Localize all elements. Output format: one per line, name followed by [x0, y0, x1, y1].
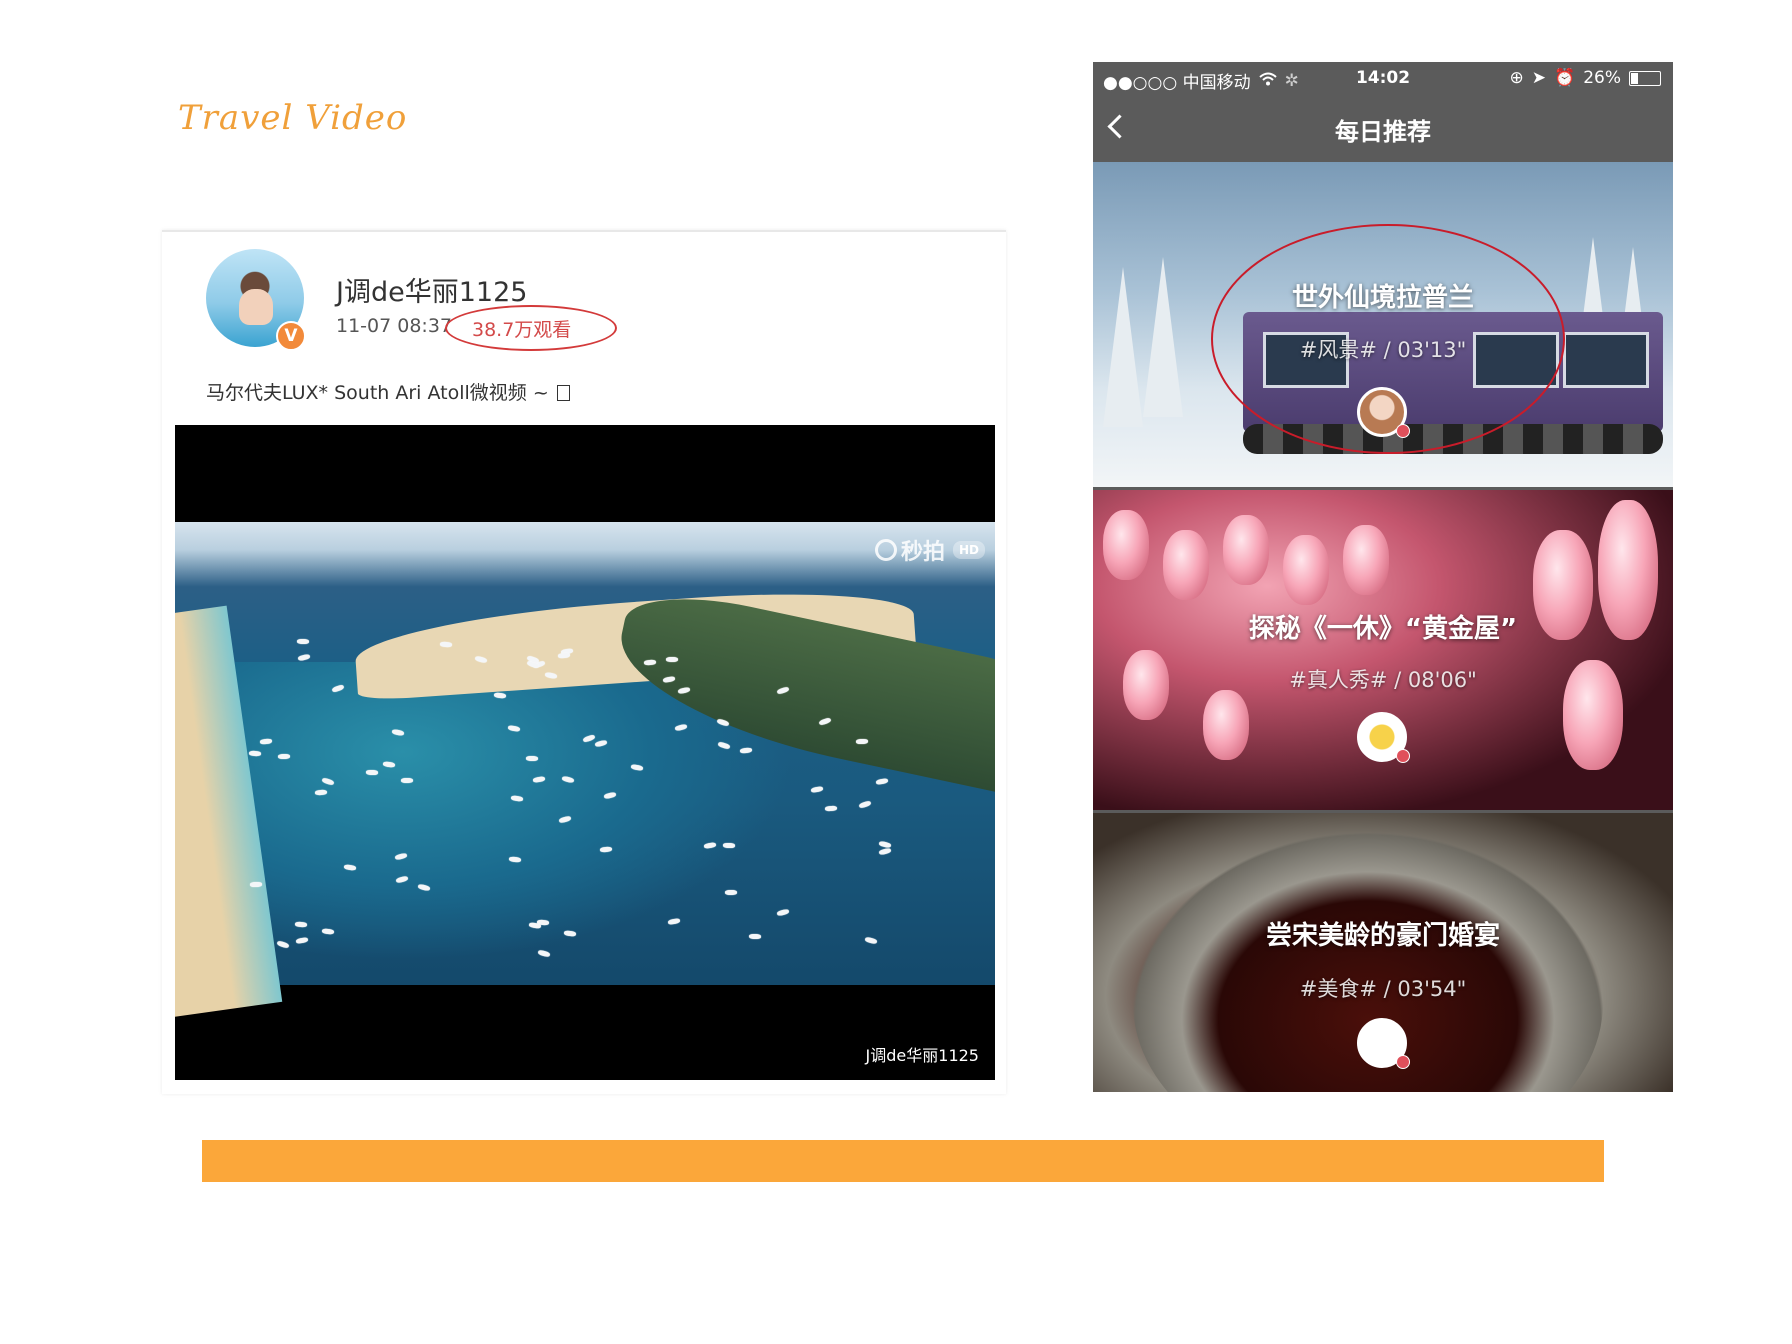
hd-badge: HD [952, 541, 985, 559]
creator-avatar[interactable] [1357, 387, 1410, 438]
heart-icon [1396, 424, 1410, 438]
lantern [1203, 690, 1249, 760]
lantern [1223, 515, 1269, 585]
views-count: 38.7万观看 [472, 319, 572, 341]
lantern [1343, 525, 1389, 595]
lantern [1103, 510, 1149, 580]
feed-card-banquet[interactable]: 尝宋美龄的豪门婚宴 #美食# / 03'54" [1093, 813, 1673, 1092]
card-meta: #美食# / 03'54" [1299, 977, 1467, 1001]
creator-avatar[interactable] [1357, 1018, 1410, 1069]
alarm-icon: ⏰ [1554, 68, 1576, 88]
feed-card-ikkyu[interactable]: 探秘《一休》“黄金屋” #真人秀# / 08'06" [1093, 490, 1673, 810]
post-username[interactable]: J调de华丽1125 [336, 270, 527, 309]
boat [878, 848, 892, 856]
feed-card-lapland[interactable]: 世外仙境拉普兰 #风景# / 03'13" [1093, 162, 1673, 487]
user-avatar[interactable]: V [206, 249, 306, 351]
boat [810, 786, 824, 794]
lantern [1283, 535, 1329, 605]
creator-avatar[interactable] [1357, 712, 1410, 763]
boat [249, 750, 262, 757]
video-frame-aerial-atoll: 秒拍 HD [175, 522, 995, 1019]
orientation-lock-icon: ⊕ [1509, 68, 1524, 88]
boat [297, 638, 310, 645]
verified-v-icon: V [276, 321, 306, 351]
boat [665, 657, 678, 663]
card-meta: #真人秀# / 08'06" [1289, 668, 1477, 692]
nav-title: 每日推荐 [1335, 118, 1431, 146]
emoji-placeholder-icon [556, 385, 570, 401]
slide-title: Travel Video [178, 98, 408, 138]
post-text: 马尔代夫LUX* South Ari Atoll微视频 ~ [206, 378, 570, 405]
boat [401, 778, 414, 784]
boat [314, 789, 327, 796]
accent-bar [202, 1140, 1604, 1182]
boat [858, 799, 872, 809]
location-icon: ➤ [1531, 68, 1547, 88]
nav-bar: 每日推荐 [1093, 94, 1673, 160]
boat [824, 805, 838, 812]
battery-percent: 26% [1583, 68, 1621, 88]
heart-icon [1396, 749, 1410, 763]
video-watermark: 秒拍 HD [874, 534, 985, 566]
heart-icon [1396, 1055, 1410, 1069]
boat [864, 936, 878, 945]
boat [748, 933, 761, 940]
boat [493, 692, 507, 699]
post-text-body: 马尔代夫LUX* South Ari Atoll微视频 ~ [206, 382, 555, 404]
weibo-post-card: V J调de华丽1125 11-07 08:37 38.7万观看 马尔代夫LUX… [162, 230, 1006, 1094]
card-title: 世外仙境拉普兰 [1291, 283, 1474, 313]
lantern [1163, 530, 1209, 600]
video-credit: J调de华丽1125 [865, 1046, 979, 1065]
card-title: 尝宋美龄的豪门婚宴 [1265, 921, 1500, 951]
boat [321, 927, 335, 935]
boat [878, 840, 891, 848]
boat [508, 856, 522, 863]
boat [439, 641, 452, 648]
card-meta: #风景# / 03'13" [1299, 338, 1467, 362]
boat [278, 753, 291, 759]
boat [297, 653, 311, 661]
watermark-text: 秒拍 [900, 540, 945, 565]
video-player[interactable]: 秒拍 HD J调de华丽1125 [175, 425, 995, 1080]
post-time: 11-07 08:37 [336, 315, 453, 337]
boat [295, 921, 308, 928]
boat [250, 881, 263, 887]
battery-icon [1629, 70, 1661, 86]
status-bar: ●●○○○ 中国移动 ✲ 14:02 ⊕ ➤ ⏰ 26% [1093, 62, 1673, 94]
miaopai-logo-icon [874, 539, 897, 561]
card-title: 探秘《一休》“黄金屋” [1248, 614, 1518, 644]
phone-screenshot: ●●○○○ 中国移动 ✲ 14:02 ⊕ ➤ ⏰ 26% 每日推荐 世外仙境拉普… [1093, 62, 1673, 1092]
boat [875, 777, 889, 786]
